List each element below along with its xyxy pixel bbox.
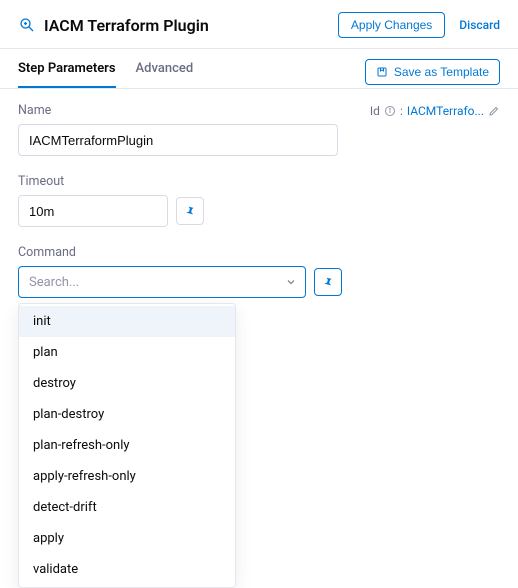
id-label: Id xyxy=(370,104,380,118)
pencil-icon[interactable] xyxy=(488,105,500,117)
command-label: Command xyxy=(18,245,500,260)
dropdown-item-plan-refresh-only[interactable]: plan-refresh-only xyxy=(19,430,235,461)
id-value[interactable]: IACMTerrafo... xyxy=(407,104,484,118)
tabs: Step Parameters Advanced xyxy=(18,61,193,88)
template-icon xyxy=(376,66,388,78)
command-select[interactable]: Search... xyxy=(18,266,306,298)
apply-changes-button[interactable]: Apply Changes xyxy=(338,12,445,38)
name-id-row: Name Id : IACMTerrafo... xyxy=(18,103,500,118)
timeout-input[interactable] xyxy=(18,195,168,227)
info-icon[interactable] xyxy=(384,105,396,117)
panel: Name Id : IACMTerrafo... Timeout xyxy=(0,89,518,316)
dropdown-item-plan-destroy[interactable]: plan-destroy xyxy=(19,399,235,430)
id-group: Id : IACMTerrafo... xyxy=(370,104,500,118)
subheader: Step Parameters Advanced Save as Templat… xyxy=(0,49,518,89)
discard-link[interactable]: Discard xyxy=(459,18,500,32)
save-as-template-label: Save as Template xyxy=(394,65,489,79)
command-row: Command Search... init plan xyxy=(18,245,500,298)
dropdown-item-destroy[interactable]: destroy xyxy=(19,368,235,399)
dropdown-item-init[interactable]: init xyxy=(19,306,235,337)
command-placeholder: Search... xyxy=(29,275,79,290)
command-dropdown: init plan destroy plan-destroy plan-refr… xyxy=(18,303,236,588)
header: IACM Terraform Plugin Apply Changes Disc… xyxy=(0,0,518,48)
command-combo-row: Search... xyxy=(18,266,500,298)
id-sep: : xyxy=(400,104,403,118)
name-label: Name xyxy=(18,103,51,118)
timeout-input-row xyxy=(18,195,500,227)
tab-step-parameters[interactable]: Step Parameters xyxy=(18,61,116,88)
header-actions: Apply Changes Discard xyxy=(338,12,500,38)
dropdown-item-apply-refresh-only[interactable]: apply-refresh-only xyxy=(19,461,235,492)
title-group: IACM Terraform Plugin xyxy=(18,16,209,35)
timeout-pin-button[interactable] xyxy=(176,197,204,225)
command-pin-button[interactable] xyxy=(314,268,342,296)
dropdown-item-apply[interactable]: apply xyxy=(19,523,235,554)
dropdown-item-detect-drift[interactable]: detect-drift xyxy=(19,492,235,523)
dropdown-item-plan[interactable]: plan xyxy=(19,337,235,368)
plugin-icon xyxy=(18,16,36,34)
name-input[interactable] xyxy=(18,124,338,156)
tab-advanced[interactable]: Advanced xyxy=(136,61,194,88)
dropdown-item-validate[interactable]: validate xyxy=(19,554,235,585)
page-title: IACM Terraform Plugin xyxy=(44,16,209,35)
thumbtack-icon xyxy=(322,276,334,288)
chevron-down-icon xyxy=(285,276,297,288)
timeout-label: Timeout xyxy=(18,174,500,189)
thumbtack-icon xyxy=(184,205,196,217)
save-as-template-button[interactable]: Save as Template xyxy=(365,59,500,85)
timeout-row: Timeout xyxy=(18,174,500,227)
